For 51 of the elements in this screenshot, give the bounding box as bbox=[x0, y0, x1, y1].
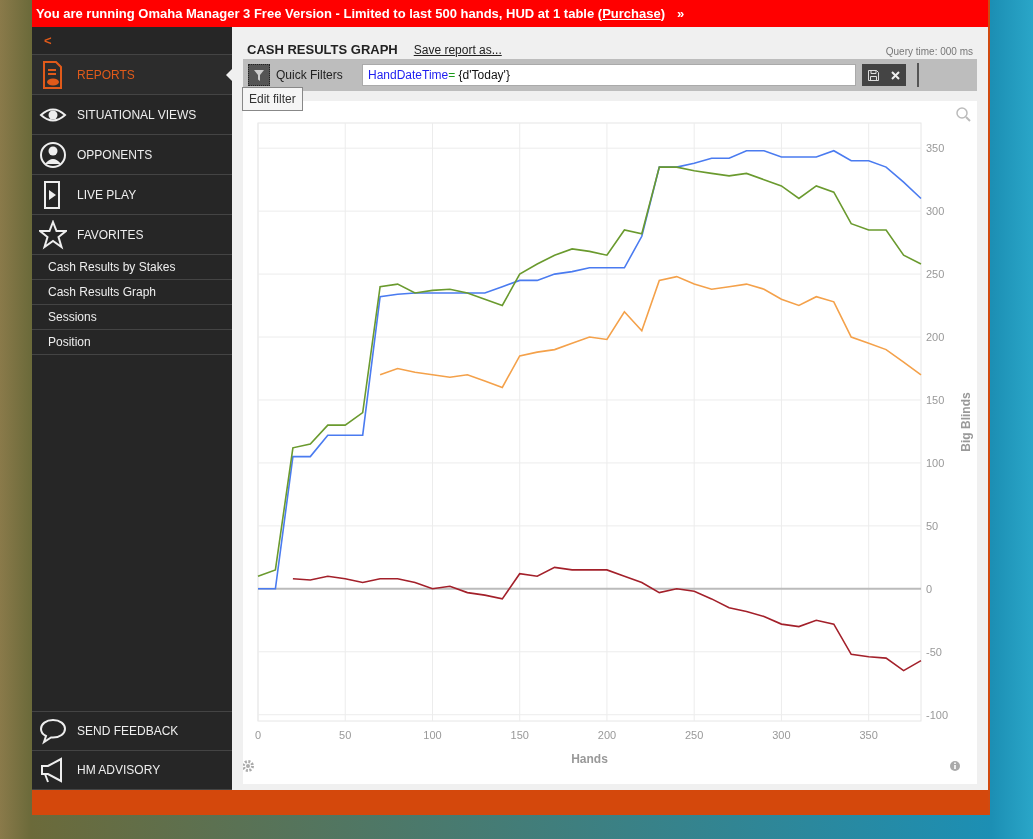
tooltip: Edit filter bbox=[242, 87, 303, 111]
x-tick-label: 300 bbox=[772, 729, 791, 741]
purchase-link[interactable]: Purchase bbox=[602, 3, 661, 24]
x-axis-title: Hands bbox=[571, 752, 608, 766]
nav-item[interactable]: LIVE PLAY bbox=[32, 175, 232, 215]
favorite-item[interactable]: Position bbox=[32, 330, 232, 355]
quick-filters-label: Quick Filters bbox=[276, 67, 344, 84]
y-axis-title: Big Blinds bbox=[959, 392, 973, 452]
banner-text: You are running Omaha Manager 3 Free Version - Limited to last 500 hands, HUD at 1 table ( bbox=[36, 4, 603, 23]
x-tick-label: 200 bbox=[597, 729, 617, 741]
x-tick-label: 150 bbox=[510, 729, 529, 741]
query-time: Query time: 000 ms bbox=[885, 45, 973, 59]
save-filter-button[interactable] bbox=[862, 64, 884, 86]
y-tick-label: 300 bbox=[926, 205, 945, 218]
x-tick-label: 0 bbox=[254, 729, 262, 741]
banner-text: ) bbox=[660, 4, 665, 23]
x-tick-label: 100 bbox=[423, 729, 442, 741]
close-icon bbox=[890, 70, 900, 80]
y-tick-label: -50 bbox=[926, 645, 942, 658]
favorite-item[interactable]: Sessions bbox=[32, 305, 232, 330]
save-report-link[interactable]: Save report as... bbox=[413, 41, 502, 59]
star-icon bbox=[39, 219, 67, 250]
floppy-icon bbox=[867, 69, 879, 81]
report-title: CASH RESULTS GRAPH bbox=[247, 40, 398, 59]
y-tick-label: 250 bbox=[926, 268, 945, 281]
nav-item[interactable]: SITUATIONAL VIEWS bbox=[32, 95, 232, 135]
x-tick-label: 350 bbox=[859, 729, 878, 741]
nav-item[interactable]: FAVORITES bbox=[32, 215, 232, 255]
nav-item[interactable]: REPORTS bbox=[32, 55, 232, 95]
favorite-item[interactable]: Cash Results by Stakes bbox=[32, 255, 232, 280]
clear-filter-button[interactable] bbox=[884, 64, 906, 86]
funnel-icon bbox=[254, 69, 264, 81]
selection-pointer-icon bbox=[226, 69, 232, 81]
x-tick-label: 50 bbox=[339, 729, 352, 741]
speech-bubble-icon bbox=[39, 716, 67, 746]
person-icon bbox=[39, 139, 67, 170]
y-tick-label: -100 bbox=[926, 708, 949, 721]
nav-item[interactable]: OPPONENTS bbox=[32, 135, 232, 175]
y-tick-label: 350 bbox=[926, 142, 945, 155]
y-tick-label: 0 bbox=[926, 582, 933, 595]
y-tick-label: 150 bbox=[926, 393, 945, 406]
nav-item[interactable]: SEND FEEDBACK bbox=[32, 712, 232, 751]
y-tick-label: 50 bbox=[926, 519, 939, 532]
expand-glyph[interactable]: » bbox=[677, 3, 685, 24]
filter-button[interactable] bbox=[248, 64, 270, 86]
y-tick-label: 100 bbox=[926, 456, 945, 469]
favorite-item[interactable]: Cash Results Graph bbox=[32, 280, 232, 305]
collapse-glyph[interactable]: < bbox=[44, 30, 52, 51]
y-tick-label: 200 bbox=[926, 331, 945, 343]
x-tick-label: 250 bbox=[685, 729, 704, 741]
filter-field[interactable]: HandDateTime= {d'Today'} bbox=[362, 64, 856, 86]
